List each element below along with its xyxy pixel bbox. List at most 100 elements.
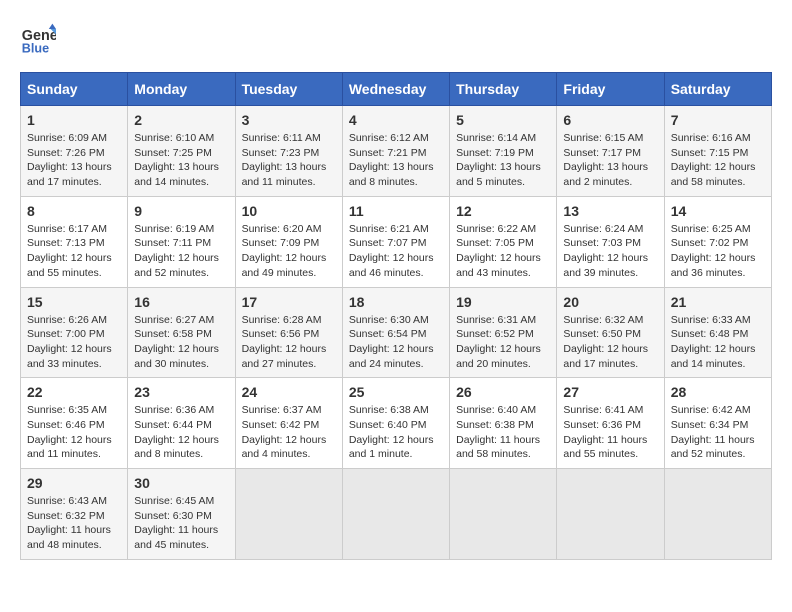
day-cell: 7Sunrise: 6:16 AMSunset: 7:15 PMDaylight… bbox=[664, 106, 771, 197]
day-cell bbox=[342, 469, 449, 560]
day-info: Sunrise: 6:26 AMSunset: 7:00 PMDaylight:… bbox=[27, 314, 112, 370]
page-header: General Blue bbox=[20, 20, 772, 56]
day-info: Sunrise: 6:30 AMSunset: 6:54 PMDaylight:… bbox=[349, 314, 434, 370]
day-cell: 21Sunrise: 6:33 AMSunset: 6:48 PMDayligh… bbox=[664, 287, 771, 378]
day-info: Sunrise: 6:25 AMSunset: 7:02 PMDaylight:… bbox=[671, 223, 756, 279]
day-cell: 16 Sunrise: 6:27 AMSunset: 6:58 PMDayligh… bbox=[128, 287, 235, 378]
day-number: 9 bbox=[134, 203, 228, 219]
day-number: 2 bbox=[134, 112, 228, 128]
day-info: Sunrise: 6:27 AMSunset: 6:58 PMDaylight:… bbox=[134, 314, 219, 370]
day-number: 3 bbox=[242, 112, 336, 128]
day-info: Sunrise: 6:31 AMSunset: 6:52 PMDaylight:… bbox=[456, 314, 541, 370]
day-cell: 14 Sunrise: 6:25 AMSunset: 7:02 PMDayligh… bbox=[664, 196, 771, 287]
calendar-header: SundayMondayTuesdayWednesdayThursdayFrid… bbox=[21, 73, 772, 106]
day-number: 19 bbox=[456, 294, 550, 310]
day-cell: 9 Sunrise: 6:19 AMSunset: 7:11 PMDaylight… bbox=[128, 196, 235, 287]
day-info: Sunrise: 6:36 AMSunset: 6:44 PMDaylight:… bbox=[134, 404, 219, 460]
day-info: Sunrise: 6:42 AMSunset: 6:34 PMDaylight:… bbox=[671, 404, 755, 460]
day-number: 16 bbox=[134, 294, 228, 310]
day-cell: 22 Sunrise: 6:35 AMSunset: 6:46 PMDayligh… bbox=[21, 378, 128, 469]
day-number: 20 bbox=[563, 294, 657, 310]
header-cell-friday: Friday bbox=[557, 73, 664, 106]
day-info: Sunrise: 6:38 AMSunset: 6:40 PMDaylight:… bbox=[349, 404, 434, 460]
header-cell-monday: Monday bbox=[128, 73, 235, 106]
header-cell-saturday: Saturday bbox=[664, 73, 771, 106]
day-info: Sunrise: 6:37 AMSunset: 6:42 PMDaylight:… bbox=[242, 404, 327, 460]
day-info: Sunrise: 6:14 AMSunset: 7:19 PMDaylight:… bbox=[456, 132, 541, 188]
header-cell-thursday: Thursday bbox=[450, 73, 557, 106]
day-number: 17 bbox=[242, 294, 336, 310]
header-row: SundayMondayTuesdayWednesdayThursdayFrid… bbox=[21, 73, 772, 106]
day-number: 11 bbox=[349, 203, 443, 219]
day-number: 29 bbox=[27, 475, 121, 491]
day-number: 30 bbox=[134, 475, 228, 491]
logo: General Blue bbox=[20, 20, 62, 56]
day-info: Sunrise: 6:15 AMSunset: 7:17 PMDaylight:… bbox=[563, 132, 648, 188]
day-cell bbox=[450, 469, 557, 560]
day-info: Sunrise: 6:35 AMSunset: 6:46 PMDaylight:… bbox=[27, 404, 112, 460]
day-number: 5 bbox=[456, 112, 550, 128]
day-cell: 25 Sunrise: 6:38 AMSunset: 6:40 PMDayligh… bbox=[342, 378, 449, 469]
day-info: Sunrise: 6:33 AMSunset: 6:48 PMDaylight:… bbox=[671, 314, 756, 370]
day-info: Sunrise: 6:17 AMSunset: 7:13 PMDaylight:… bbox=[27, 223, 112, 279]
day-cell: 29 Sunrise: 6:43 AMSunset: 6:32 PMDayligh… bbox=[21, 469, 128, 560]
day-number: 23 bbox=[134, 384, 228, 400]
day-info: Sunrise: 6:20 AMSunset: 7:09 PMDaylight:… bbox=[242, 223, 327, 279]
day-number: 22 bbox=[27, 384, 121, 400]
day-cell bbox=[664, 469, 771, 560]
day-info: Sunrise: 6:16 AMSunset: 7:15 PMDaylight:… bbox=[671, 132, 756, 188]
day-number: 10 bbox=[242, 203, 336, 219]
day-info: Sunrise: 6:24 AMSunset: 7:03 PMDaylight:… bbox=[563, 223, 648, 279]
day-info: Sunrise: 6:28 AMSunset: 6:56 PMDaylight:… bbox=[242, 314, 327, 370]
day-number: 4 bbox=[349, 112, 443, 128]
day-number: 24 bbox=[242, 384, 336, 400]
day-info: Sunrise: 6:19 AMSunset: 7:11 PMDaylight:… bbox=[134, 223, 219, 279]
day-info: Sunrise: 6:32 AMSunset: 6:50 PMDaylight:… bbox=[563, 314, 648, 370]
day-number: 26 bbox=[456, 384, 550, 400]
day-number: 1 bbox=[27, 112, 121, 128]
week-row-4: 22 Sunrise: 6:35 AMSunset: 6:46 PMDayligh… bbox=[21, 378, 772, 469]
week-row-1: 1 Sunrise: 6:09 AMSunset: 7:26 PMDaylight… bbox=[21, 106, 772, 197]
day-number: 8 bbox=[27, 203, 121, 219]
day-cell: 11 Sunrise: 6:21 AMSunset: 7:07 PMDayligh… bbox=[342, 196, 449, 287]
day-number: 28 bbox=[671, 384, 765, 400]
day-info: Sunrise: 6:09 AMSunset: 7:26 PMDaylight:… bbox=[27, 132, 112, 188]
calendar-table: SundayMondayTuesdayWednesdayThursdayFrid… bbox=[20, 72, 772, 560]
day-cell: 19 Sunrise: 6:31 AMSunset: 6:52 PMDayligh… bbox=[450, 287, 557, 378]
day-cell bbox=[235, 469, 342, 560]
day-cell: 1 Sunrise: 6:09 AMSunset: 7:26 PMDaylight… bbox=[21, 106, 128, 197]
day-cell: 8 Sunrise: 6:17 AMSunset: 7:13 PMDaylight… bbox=[21, 196, 128, 287]
day-info: Sunrise: 6:22 AMSunset: 7:05 PMDaylight:… bbox=[456, 223, 541, 279]
day-cell: 24 Sunrise: 6:37 AMSunset: 6:42 PMDayligh… bbox=[235, 378, 342, 469]
day-number: 6 bbox=[563, 112, 657, 128]
day-cell bbox=[557, 469, 664, 560]
week-row-2: 8 Sunrise: 6:17 AMSunset: 7:13 PMDaylight… bbox=[21, 196, 772, 287]
day-number: 13 bbox=[563, 203, 657, 219]
day-cell: 17 Sunrise: 6:28 AMSunset: 6:56 PMDayligh… bbox=[235, 287, 342, 378]
day-info: Sunrise: 6:40 AMSunset: 6:38 PMDaylight:… bbox=[456, 404, 540, 460]
day-number: 25 bbox=[349, 384, 443, 400]
day-cell: 3 Sunrise: 6:11 AMSunset: 7:23 PMDaylight… bbox=[235, 106, 342, 197]
header-cell-sunday: Sunday bbox=[21, 73, 128, 106]
day-number: 14 bbox=[671, 203, 765, 219]
day-cell: 10 Sunrise: 6:20 AMSunset: 7:09 PMDayligh… bbox=[235, 196, 342, 287]
day-info: Sunrise: 6:11 AMSunset: 7:23 PMDaylight:… bbox=[242, 132, 327, 188]
day-cell: 27Sunrise: 6:41 AMSunset: 6:36 PMDayligh… bbox=[557, 378, 664, 469]
logo-icon: General Blue bbox=[20, 20, 56, 56]
day-cell: 18Sunrise: 6:30 AMSunset: 6:54 PMDayligh… bbox=[342, 287, 449, 378]
day-cell: 30 Sunrise: 6:45 AMSunset: 6:30 PMDayligh… bbox=[128, 469, 235, 560]
day-info: Sunrise: 6:12 AMSunset: 7:21 PMDaylight:… bbox=[349, 132, 434, 188]
day-number: 12 bbox=[456, 203, 550, 219]
day-cell: 28 Sunrise: 6:42 AMSunset: 6:34 PMDayligh… bbox=[664, 378, 771, 469]
day-cell: 23 Sunrise: 6:36 AMSunset: 6:44 PMDayligh… bbox=[128, 378, 235, 469]
day-cell: 13 Sunrise: 6:24 AMSunset: 7:03 PMDayligh… bbox=[557, 196, 664, 287]
day-info: Sunrise: 6:43 AMSunset: 6:32 PMDaylight:… bbox=[27, 495, 111, 551]
week-row-3: 15Sunrise: 6:26 AMSunset: 7:00 PMDayligh… bbox=[21, 287, 772, 378]
day-info: Sunrise: 6:45 AMSunset: 6:30 PMDaylight:… bbox=[134, 495, 218, 551]
calendar-body: 1 Sunrise: 6:09 AMSunset: 7:26 PMDaylight… bbox=[21, 106, 772, 560]
week-row-5: 29 Sunrise: 6:43 AMSunset: 6:32 PMDayligh… bbox=[21, 469, 772, 560]
day-info: Sunrise: 6:21 AMSunset: 7:07 PMDaylight:… bbox=[349, 223, 434, 279]
day-cell: 6 Sunrise: 6:15 AMSunset: 7:17 PMDaylight… bbox=[557, 106, 664, 197]
day-info: Sunrise: 6:41 AMSunset: 6:36 PMDaylight:… bbox=[563, 404, 647, 460]
day-cell: 20 Sunrise: 6:32 AMSunset: 6:50 PMDayligh… bbox=[557, 287, 664, 378]
